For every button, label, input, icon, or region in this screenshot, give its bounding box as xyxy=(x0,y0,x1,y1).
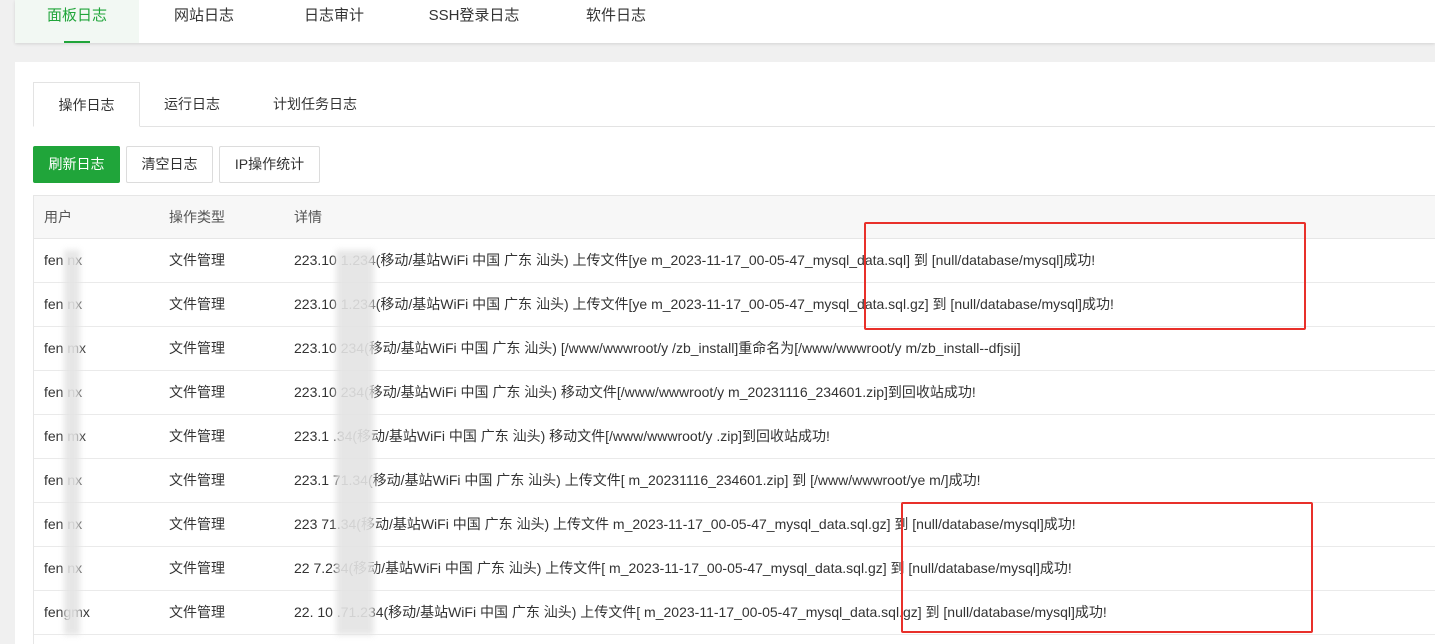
header-operation-type: 操作类型 xyxy=(169,209,225,225)
row-type: 文件管理 xyxy=(169,472,225,488)
header-user: 用户 xyxy=(44,209,72,225)
table-row: fen nx 文件管理 223.10 1.234(移动/基站WiFi 中国 广东… xyxy=(34,239,1435,283)
tab-cron-task-log-label: 计划任务日志 xyxy=(273,96,357,112)
row-type: 文件管理 xyxy=(169,604,225,620)
table-row: fengmx 文件管理 22. 10 .71.234(移动/基站WiFi 中国 … xyxy=(34,591,1435,635)
log-panel: 操作日志 运行日志 计划任务日志 刷新日志 清空日志 IP操作统计 用户 操作类… xyxy=(15,62,1435,644)
tab-operation-log[interactable]: 操作日志 xyxy=(33,82,140,127)
row-type: 文件管理 xyxy=(169,296,225,312)
refresh-log-button[interactable]: 刷新日志 xyxy=(33,146,120,183)
tab-software-log-label: 软件日志 xyxy=(585,7,646,24)
row-detail: 22. 10 .71.234(移动/基站WiFi 中国 广东 汕头) 上传文件[… xyxy=(294,604,1107,620)
tab-operation-log-label: 操作日志 xyxy=(58,97,115,113)
table-row: fen nx 文件管理 223.10 1.234(移动/基站WiFi 中国 广东… xyxy=(34,283,1435,327)
tab-ssh-login-log[interactable]: SSH登录日志 xyxy=(399,0,549,43)
active-tab-indicator xyxy=(64,41,90,43)
log-subtabs: 操作日志 运行日志 计划任务日志 xyxy=(33,82,1435,127)
row-type: 文件管理 xyxy=(169,516,225,532)
tab-runtime-log-label: 运行日志 xyxy=(164,96,220,112)
row-user: fen nx xyxy=(44,384,83,400)
table-row: fen mx 文件管理 223.10 234(移动/基站WiFi 中国 广东 汕… xyxy=(34,327,1435,371)
tab-cron-task-log[interactable]: 计划任务日志 xyxy=(252,82,378,126)
log-category-tabs: 面板日志 网站日志 日志审计 SSH登录日志 软件日志 xyxy=(15,0,1435,43)
table-row: fen nx 文件管理 22 7.234(移动/基站WiFi 中国 广东 汕头)… xyxy=(34,547,1435,591)
row-user: fen mx xyxy=(44,428,87,444)
row-user: fengmx xyxy=(44,604,90,620)
row-user: fen nx xyxy=(44,296,83,312)
header-detail: 详情 xyxy=(294,209,322,225)
tab-ssh-login-log-label: SSH登录日志 xyxy=(428,7,520,24)
row-detail: 223.10 1.234(移动/基站WiFi 中国 广东 汕头) 上传文件[ye… xyxy=(294,296,1114,312)
table-row: fen nx 文件管理 223.10 234(移动/基站WiFi 中国 广东 汕… xyxy=(34,371,1435,415)
tab-website-log[interactable]: 网站日志 xyxy=(139,0,269,43)
row-detail: 223.1 71.34(移动/基站WiFi 中国 广东 汕头) 上传文件[ m_… xyxy=(294,472,981,488)
table-row: fen mx 文件管理 223.1 .34(移动/基站WiFi 中国 广东 汕头… xyxy=(34,415,1435,459)
tab-log-audit[interactable]: 日志审计 xyxy=(269,0,399,43)
row-user: fen nx xyxy=(44,560,83,576)
row-type: 文件管理 xyxy=(169,560,225,576)
row-type: 文件管理 xyxy=(169,428,225,444)
tab-runtime-log[interactable]: 运行日志 xyxy=(140,82,244,126)
row-detail: 223.1 .34(移动/基站WiFi 中国 广东 汕头) 移动文件[/www/… xyxy=(294,428,830,444)
tab-panel-log-label: 面板日志 xyxy=(46,7,107,24)
tab-log-audit-label: 日志审计 xyxy=(303,7,364,24)
row-detail: 223.10 234(移动/基站WiFi 中国 广东 汕头) 移动文件[/www… xyxy=(294,384,976,400)
row-detail: 223 71.34(移动/基站WiFi 中国 广东 汕头) 上传文件 m_202… xyxy=(294,516,1076,532)
tab-website-log-label: 网站日志 xyxy=(173,7,234,24)
row-user: fen nx xyxy=(44,472,83,488)
row-type: 文件管理 xyxy=(169,340,225,356)
row-type: 文件管理 xyxy=(169,252,225,268)
ip-stats-button[interactable]: IP操作统计 xyxy=(219,146,320,183)
row-detail: 22 7.234(移动/基站WiFi 中国 广东 汕头) 上传文件[ m_202… xyxy=(294,560,1072,576)
table-header: 用户 操作类型 详情 xyxy=(34,196,1435,239)
operation-log-table: 用户 操作类型 详情 fen nx 文件管理 223.10 1.234(移动/基… xyxy=(33,195,1435,644)
row-type: 文件管理 xyxy=(169,384,225,400)
tab-panel-log[interactable]: 面板日志 xyxy=(15,0,139,43)
tab-software-log[interactable]: 软件日志 xyxy=(549,0,683,43)
clear-log-button[interactable]: 清空日志 xyxy=(126,146,213,183)
row-detail: 223.10 1.234(移动/基站WiFi 中国 广东 汕头) 上传文件[ye… xyxy=(294,252,1096,268)
row-user: fen mx xyxy=(44,340,87,356)
table-row: fen nx 文件管理 223.1 71.34(移动/基站WiFi 中国 广东 … xyxy=(34,459,1435,503)
row-detail: 223.10 234(移动/基站WiFi 中国 广东 汕头) [/www/www… xyxy=(294,340,1021,356)
row-user: fen nx xyxy=(44,252,83,268)
table-row: fen nx 文件管理 223 71.34(移动/基站WiFi 中国 广东 汕头… xyxy=(34,503,1435,547)
row-user: fen nx xyxy=(44,516,83,532)
